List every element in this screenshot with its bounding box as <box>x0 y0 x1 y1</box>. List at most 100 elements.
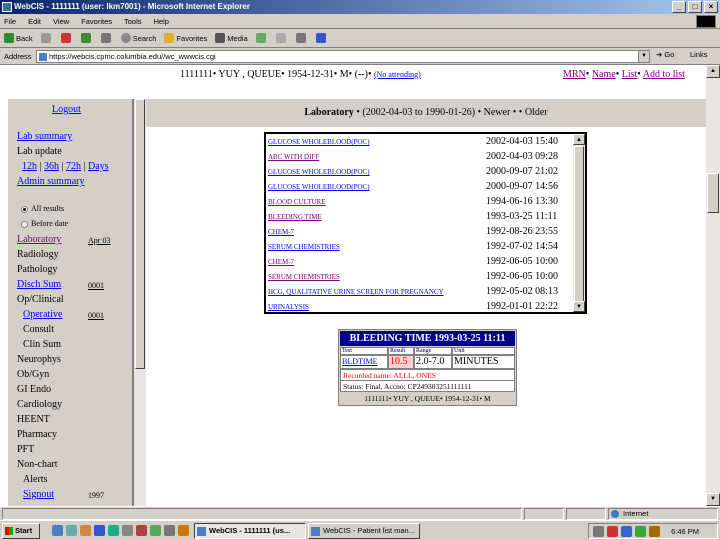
media-button[interactable]: Media <box>215 33 248 43</box>
maximize-button[interactable]: □ <box>688 1 702 13</box>
sidebar-item-neurophys[interactable]: Neurophys <box>17 354 61 365</box>
app-quicklaunch-icon[interactable] <box>164 525 175 536</box>
forward-arrow-icon <box>40 33 51 43</box>
sidebar-item-heent[interactable]: HEENT <box>17 414 50 425</box>
links-button[interactable]: Links <box>690 50 708 59</box>
search-button[interactable]: Search <box>120 33 156 43</box>
lab-result-link[interactable]: BLEEDING TIME <box>268 213 322 221</box>
all-results-radio[interactable]: All results <box>21 204 64 213</box>
sidebar-item-ob-gyn[interactable]: Ob/Gyn <box>17 369 49 380</box>
sidebar-item-cardiology[interactable]: Cardiology <box>17 399 62 410</box>
menu-view[interactable]: View <box>53 17 69 26</box>
name-link[interactable]: Name <box>592 69 616 80</box>
lab-result-link[interactable]: ABC WITH DIFF <box>268 153 319 161</box>
scroll-down-icon[interactable]: ▼ <box>573 301 585 312</box>
page-scroll-up-icon[interactable]: ▲ <box>706 65 720 78</box>
sidebar-item-gi-endo[interactable]: GI Endo <box>17 384 51 395</box>
detail-test-link[interactable]: BLDTIME <box>340 355 388 369</box>
sidebar-item-pft[interactable]: PFT <box>17 444 34 455</box>
lab-table-scroll-thumb[interactable] <box>574 146 584 306</box>
page-scroll-down-icon[interactable]: ▼ <box>706 493 720 506</box>
page-scroll-thumb[interactable] <box>707 173 719 213</box>
sidebar-item-pharmacy[interactable]: Pharmacy <box>17 429 57 440</box>
back-button[interactable]: Back <box>4 33 33 43</box>
lab-result-link[interactable]: CHEM-7 <box>268 228 294 236</box>
mail-button[interactable] <box>275 33 288 43</box>
sidebar-item-consult[interactable]: Consult <box>23 324 54 335</box>
start-button[interactable]: Start <box>2 523 40 539</box>
lab-result-link[interactable]: SERUM CHEMISTRIES <box>268 273 340 281</box>
menu-tools[interactable]: Tools <box>124 17 142 26</box>
tray-icon[interactable] <box>593 526 604 537</box>
lab-update-36h-link[interactable]: 36h <box>44 161 59 172</box>
sidebar-item-laboratory[interactable]: Laboratory <box>17 234 61 245</box>
scroll-up-icon[interactable]: ▲ <box>573 134 585 145</box>
address-input[interactable]: https://webcis.cpmc.columbia.edu//wc_www… <box>36 50 650 63</box>
before-date-radio[interactable]: Before date <box>21 219 68 228</box>
sidebar-item-operative[interactable]: Operative <box>23 309 62 320</box>
menu-file[interactable]: File <box>4 17 16 26</box>
sidebar-item-signout[interactable]: Signout <box>23 489 54 500</box>
address-dropdown-icon[interactable]: ▼ <box>638 51 649 62</box>
app-quicklaunch-icon[interactable] <box>178 525 189 536</box>
sidebar-item-clin-sum[interactable]: Clin Sum <box>23 339 61 350</box>
lab-table-scrollbar[interactable]: ▲ ▼ <box>573 134 585 312</box>
app-quicklaunch-icon[interactable] <box>122 525 133 536</box>
desktop-quicklaunch-icon[interactable] <box>66 525 77 536</box>
lab-result-link[interactable]: HCG, QUALITATIVE URINE SCREEN FOR PREGNA… <box>268 288 444 296</box>
app-quicklaunch-icon[interactable] <box>136 525 147 536</box>
menu-favorites[interactable]: Favorites <box>81 17 112 26</box>
close-button[interactable]: × <box>704 1 718 13</box>
app-quicklaunch-icon[interactable] <box>108 525 119 536</box>
sidebar-item-radiology[interactable]: Radiology <box>17 249 59 260</box>
taskbar-item-webcis[interactable]: WebCIS - 1111111 (us... <box>194 523 306 539</box>
lab-result-link[interactable]: BLOOD CULTURE <box>268 198 326 206</box>
status-pane <box>566 508 606 520</box>
add-to-list-link[interactable]: Add to list <box>643 69 685 80</box>
minimize-button[interactable]: _ <box>672 1 686 13</box>
forward-button[interactable] <box>40 33 53 43</box>
lab-result-link[interactable]: GLUCOSE WHOLEBLOOD(POC) <box>268 168 370 176</box>
admin-summary-link[interactable]: Admin summary <box>17 176 85 187</box>
lab-result-link[interactable]: GLUCOSE WHOLEBLOOD(POC) <box>268 138 370 146</box>
sidebar-scroll-thumb[interactable] <box>135 99 145 369</box>
lab-result-link[interactable]: CHEM-7 <box>268 258 294 266</box>
tray-icon[interactable] <box>621 526 632 537</box>
menu-edit[interactable]: Edit <box>28 17 41 26</box>
stop-button[interactable] <box>60 33 73 43</box>
lab-update-days-link[interactable]: Days <box>88 161 109 172</box>
sidebar-scrollbar[interactable] <box>134 99 146 506</box>
attending-link[interactable]: (No attending) <box>374 70 421 79</box>
sidebar-item-disch-sum[interactable]: Disch Sum <box>17 279 61 290</box>
refresh-button[interactable] <box>80 33 93 43</box>
older-link[interactable]: Older <box>525 107 548 118</box>
mrn-link[interactable]: MRN <box>563 69 586 80</box>
page-scrollbar[interactable]: ▲ ▼ <box>706 65 720 506</box>
sidebar-item-alerts[interactable]: Alerts <box>23 474 47 485</box>
go-button[interactable]: ➜ Go <box>656 50 674 59</box>
lab-summary-link[interactable]: Lab summary <box>17 131 72 142</box>
lab-update-12h-link[interactable]: 12h <box>22 161 37 172</box>
tray-icon[interactable] <box>635 526 646 537</box>
tray-icon[interactable] <box>649 526 660 537</box>
favorites-button[interactable]: Favorites <box>164 33 207 43</box>
newer-link[interactable]: Newer <box>484 107 511 118</box>
logout-link[interactable]: Logout <box>52 104 81 115</box>
lab-result-link[interactable]: GLUCOSE WHOLEBLOOD(POC) <box>268 183 370 191</box>
word-quicklaunch-icon[interactable] <box>94 525 105 536</box>
taskbar-item-patient-list[interactable]: WebCIS - Patient list man... <box>308 523 420 539</box>
edit-button[interactable] <box>315 33 328 43</box>
lab-result-link[interactable]: SERUM CHEMISTRIES <box>268 243 340 251</box>
outlook-quicklaunch-icon[interactable] <box>80 525 91 536</box>
ie-quicklaunch-icon[interactable] <box>52 525 63 536</box>
lab-update-72h-link[interactable]: 72h <box>66 161 81 172</box>
menu-help[interactable]: Help <box>154 17 169 26</box>
app-quicklaunch-icon[interactable] <box>150 525 161 536</box>
lab-result-link[interactable]: URINALYSIS <box>268 303 309 311</box>
print-button[interactable] <box>295 33 308 43</box>
history-button[interactable] <box>255 33 268 43</box>
home-button[interactable] <box>100 33 113 43</box>
tray-icon[interactable] <box>607 526 618 537</box>
list-link[interactable]: List <box>622 69 638 80</box>
sidebar-item-pathology[interactable]: Pathology <box>17 264 58 275</box>
